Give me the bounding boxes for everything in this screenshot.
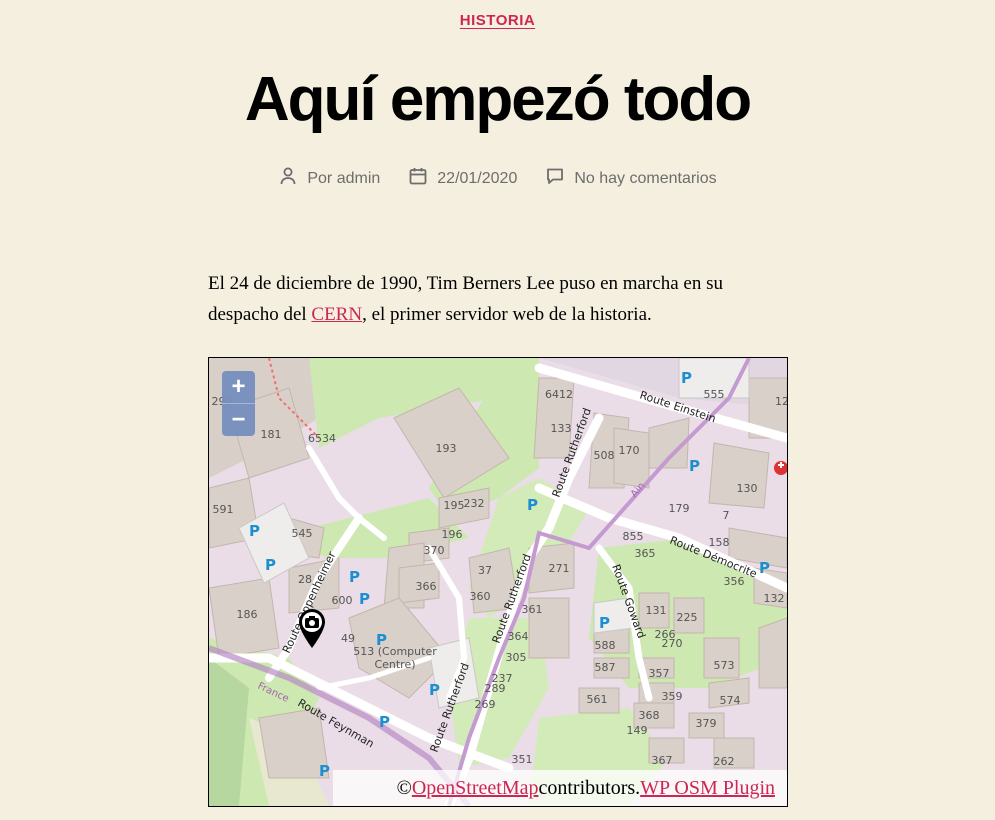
map-attribution: © OpenStreetMap contributors. WP OSM Plu…: [333, 770, 787, 806]
date-meta: 22/01/2020: [408, 166, 517, 191]
svg-text:P: P: [689, 457, 700, 475]
post-content: El 24 de diciembre de 1990, Tim Berners …: [208, 268, 788, 330]
camera-icon[interactable]: [296, 607, 328, 654]
svg-text:574: 574: [720, 694, 741, 707]
svg-text:600: 600: [332, 594, 353, 607]
svg-text:179: 179: [669, 502, 690, 515]
svg-text:359: 359: [662, 690, 683, 703]
author-meta: Por admin: [278, 166, 380, 191]
openstreetmap-link[interactable]: OpenStreetMap: [412, 777, 539, 800]
svg-text:170: 170: [619, 444, 640, 457]
svg-text:P: P: [379, 713, 390, 731]
svg-text:364: 364: [508, 630, 529, 643]
osm-map[interactable]: PPP PPP PPP PPP P 641255512 2901816534 1…: [208, 357, 788, 807]
svg-text:132: 132: [764, 592, 785, 605]
post-title: Aquí empezó todo: [244, 65, 752, 134]
svg-text:P: P: [349, 568, 360, 586]
svg-text:367: 367: [652, 754, 673, 767]
zoom-out-button[interactable]: −: [222, 403, 255, 436]
calendar-icon: [408, 166, 428, 191]
svg-text:P: P: [599, 614, 610, 632]
svg-text:379: 379: [696, 717, 717, 730]
svg-text:370: 370: [424, 544, 445, 557]
svg-text:351: 351: [512, 753, 533, 766]
post-meta: Por admin 22/01/2020 No hay comentarios: [0, 166, 995, 191]
svg-text:855: 855: [623, 530, 644, 543]
svg-text:Centre): Centre): [374, 658, 415, 671]
attribution-prefix: ©: [396, 776, 412, 799]
svg-text:P: P: [681, 369, 692, 387]
svg-text:225: 225: [677, 611, 698, 624]
svg-text:12: 12: [775, 395, 787, 408]
svg-text:269: 269: [475, 698, 496, 711]
svg-text:7: 7: [723, 509, 730, 522]
svg-text:37: 37: [478, 564, 492, 577]
svg-text:193: 193: [436, 442, 457, 455]
category-link[interactable]: HISTORIA: [460, 12, 535, 29]
svg-text:270: 270: [662, 637, 683, 650]
svg-text:186: 186: [237, 608, 258, 621]
svg-text:361: 361: [522, 603, 543, 616]
svg-text:360: 360: [470, 590, 491, 603]
svg-text:158: 158: [709, 536, 730, 549]
svg-text:545: 545: [292, 527, 313, 540]
svg-text:P: P: [759, 559, 770, 577]
comments-meta: No hay comentarios: [545, 166, 717, 191]
comment-icon: [545, 166, 565, 191]
svg-text:561: 561: [587, 693, 608, 706]
svg-text:271: 271: [549, 562, 570, 575]
svg-text:368: 368: [639, 709, 660, 722]
attribution-middle: contributors.: [538, 776, 641, 799]
content-text-after: , el primer servidor web de la historia.: [362, 304, 652, 325]
svg-text:573: 573: [714, 659, 735, 672]
svg-text:591: 591: [213, 503, 234, 516]
svg-text:357: 357: [649, 667, 670, 680]
svg-text:49: 49: [341, 632, 355, 645]
post-category: HISTORIA: [0, 12, 995, 30]
map-tiles[interactable]: PPP PPP PPP PPP P 641255512 2901816534 1…: [209, 358, 787, 806]
person-icon: [278, 166, 298, 191]
svg-text:P: P: [319, 762, 330, 780]
svg-text:P: P: [265, 556, 276, 574]
cern-link[interactable]: CERN: [311, 304, 362, 325]
svg-text:P: P: [359, 590, 370, 608]
svg-text:181: 181: [261, 428, 282, 441]
svg-text:232: 232: [464, 497, 485, 510]
svg-text:196: 196: [442, 528, 463, 541]
svg-text:513 (Computer: 513 (Computer: [353, 645, 437, 658]
svg-text:508: 508: [594, 449, 615, 462]
comments-link[interactable]: No hay comentarios: [574, 170, 716, 188]
svg-text:195: 195: [444, 499, 465, 512]
svg-text:P: P: [429, 681, 440, 699]
wp-osm-plugin-link[interactable]: WP OSM Plugin: [640, 777, 775, 800]
svg-text:133: 133: [551, 422, 572, 435]
svg-text:365: 365: [635, 547, 656, 560]
svg-text:149: 149: [627, 724, 648, 737]
svg-text:262: 262: [714, 755, 735, 768]
svg-text:587: 587: [595, 661, 616, 674]
svg-text:P: P: [527, 496, 538, 514]
author-link[interactable]: Por admin: [307, 170, 380, 188]
svg-text:131: 131: [646, 604, 667, 617]
svg-text:588: 588: [595, 639, 616, 652]
svg-text:555: 555: [704, 388, 725, 401]
svg-text:6412: 6412: [545, 388, 573, 401]
svg-text:6534: 6534: [308, 432, 336, 445]
svg-text:305: 305: [506, 651, 527, 664]
svg-text:130: 130: [737, 482, 758, 495]
zoom-in-button[interactable]: +: [222, 371, 255, 403]
svg-text:289: 289: [485, 682, 506, 695]
post-date-link[interactable]: 22/01/2020: [437, 170, 517, 188]
svg-text:356: 356: [724, 575, 745, 588]
svg-text:366: 366: [416, 580, 437, 593]
svg-text:P: P: [249, 522, 260, 540]
zoom-control: + −: [222, 371, 255, 436]
